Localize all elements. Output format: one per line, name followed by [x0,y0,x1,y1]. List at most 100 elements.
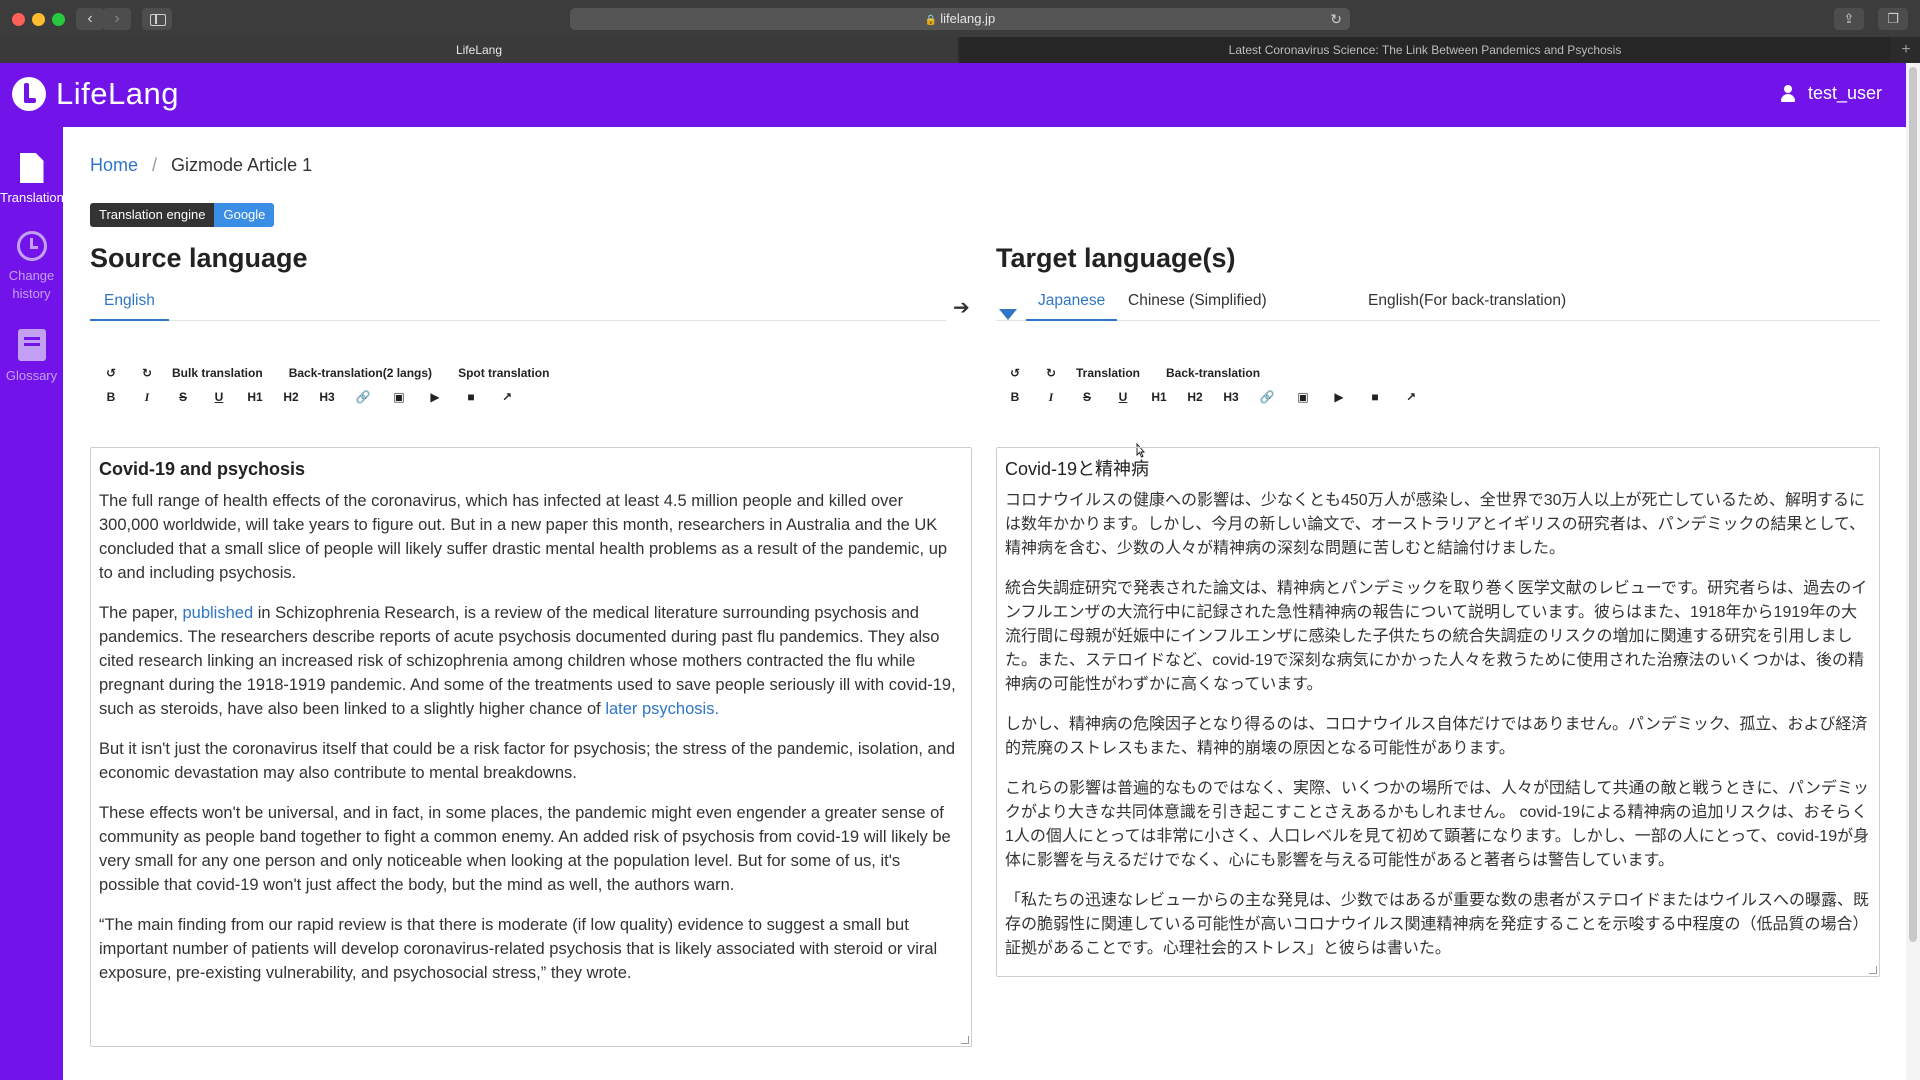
app-logo[interactable]: LifeLang [12,76,179,112]
reload-icon[interactable]: ↻ [1330,8,1342,30]
new-tab-button[interactable]: + [1892,37,1920,63]
browser-tab-article[interactable]: Latest Coronavirus Science: The Link Bet… [960,37,1890,63]
target-paragraph-1: コロナウイルスの健康への影響は、少なくとも450万人が感染し、全世界で30万人以… [1005,492,1866,557]
strikethrough-button[interactable]: S [1076,390,1098,404]
source-language-title: Source language [90,243,308,273]
app-header: LifeLang test_user [0,63,1906,127]
image-icon[interactable]: ▣ [388,390,410,404]
source-paragraph-3: But it isn't just the coronavirus itself… [99,740,956,782]
source-editor[interactable]: Covid-19 and psychosis The full range of… [90,447,972,1047]
tab-overview-icon[interactable]: ❐ [1878,8,1908,30]
engine-value: Google [214,203,275,227]
link-icon[interactable]: 🔗 [352,390,374,404]
target-paragraph-4: これらの影響は普遍的なものではなく、実際、いくつかの場所では、人々が団結して共通… [1005,780,1870,869]
address-bar[interactable]: 🔒 lifelang.jp ↻ [570,8,1350,30]
nav-label-glossary: Glossary [5,368,58,383]
undo-icon[interactable]: ↺ [1004,366,1026,380]
resize-handle[interactable] [1869,966,1877,974]
image-icon[interactable]: ▣ [1292,390,1314,404]
heading1-button[interactable]: H1 [1148,390,1170,404]
target-paragraph-5: 「私たちの迅速なレビューからの主な発見は、少数ではあるが重要な数の患者がステロイ… [1005,892,1870,957]
scrollbar-thumb[interactable] [1909,67,1917,942]
source-paragraph-4: These effects won't be universal, and in… [99,804,951,894]
glossary-icon [17,329,46,361]
bulk-translation-button[interactable]: Bulk translation [172,366,263,380]
italic-button[interactable]: I [136,390,158,405]
nav-label-change-history: Change history [8,268,55,301]
target-editor[interactable]: Covid-19と精神病 コロナウイルスの健康への影響は、少なくとも450万人が… [996,447,1880,977]
strikethrough-button[interactable]: S [172,390,194,404]
nav-item-glossary[interactable]: Glossary [0,329,63,385]
underline-button[interactable]: U [1112,390,1134,404]
engine-label: Translation engine [90,203,215,227]
source-paragraph-5: “The main finding from our rapid review … [99,916,938,982]
target-heading: Covid-19と精神病 [1005,459,1150,479]
youtube-icon[interactable]: ▶ [1328,390,1350,404]
back-button[interactable]: ‹ [76,8,104,30]
export-icon[interactable]: ↗ [1400,390,1422,404]
tab-english-back-translation[interactable]: English(For back-translation) [1368,289,1566,321]
underline-button[interactable]: U [208,390,230,404]
browser-tab-bar: LifeLang Latest Coronavirus Science: The… [0,37,1920,63]
browser-titlebar: ‹ › 🔒 lifelang.jp ↻ ⇪ ❐ [0,0,1920,37]
url-text: lifelang.jp [940,11,996,26]
published-link[interactable]: published [182,604,253,622]
heading3-button[interactable]: H3 [316,390,338,404]
page-scrollbar[interactable] [1906,63,1920,1080]
resize-handle[interactable] [961,1036,969,1044]
sidebar-toggle-icon[interactable] [142,8,172,30]
main-content: Home / Gizmode Article 1 Translation engin… [63,127,1906,1080]
heading1-button[interactable]: H1 [244,390,266,404]
youtube-icon[interactable]: ▶ [424,390,446,404]
lock-icon: 🔒 [924,15,938,26]
target-language-tabs: Japanese Chinese (Simplified) English(Fo… [996,289,1880,321]
later-psychosis-link[interactable]: later psychosis. [605,700,719,718]
redo-icon[interactable]: ↻ [136,366,158,380]
target-paragraph-2: 統合失調症研究で発表された論文は、精神病とパンデミックを取り巻く医学文献のレビュ… [1005,580,1868,693]
source-paragraph-2: The paper, published in Schizophrenia Re… [99,604,956,718]
nav-item-change-history[interactable]: Change history [0,231,63,303]
source-paragraph-1: The full range of health effects of the … [99,492,948,582]
nav-item-translation[interactable]: Translation [0,153,64,207]
breadcrumb-home-link[interactable]: Home [90,155,138,175]
bold-button[interactable]: B [100,390,122,404]
spot-translation-button[interactable]: Spot translation [458,366,549,380]
lifelang-logo-icon [12,77,46,111]
italic-button[interactable]: I [1040,390,1062,405]
user-menu[interactable]: test_user [1780,83,1882,104]
heading3-button[interactable]: H3 [1220,390,1242,404]
user-icon [1780,85,1796,102]
browser-chrome: ‹ › 🔒 lifelang.jp ↻ ⇪ ❐ LifeLang Latest C… [0,0,1920,63]
target-language-title: Target language(s) [996,243,1236,273]
nav-label-translation: Translation [0,190,64,205]
arrow-right-icon: ➔ [953,297,970,319]
username: test_user [1807,83,1882,103]
browser-tab-lifelang[interactable]: LifeLang [0,37,958,63]
document-icon [19,153,44,183]
share-icon[interactable]: ⇪ [1834,8,1864,30]
back-translation-button[interactable]: Back-translation [1166,366,1260,380]
video-icon[interactable]: ■ [1364,390,1386,404]
undo-icon[interactable]: ↺ [100,366,122,380]
forward-button[interactable]: › [103,8,131,30]
translation-button[interactable]: Translation [1076,366,1140,380]
tab-japanese[interactable]: Japanese [1026,289,1118,321]
history-icon [16,231,47,261]
tab-english-source[interactable]: English [90,289,169,321]
breadcrumb: Home / Gizmode Article 1 [90,155,312,176]
breadcrumb-current: Gizmode Article 1 [171,155,313,175]
minimize-window-button[interactable] [32,13,45,26]
redo-icon[interactable]: ↻ [1040,366,1062,380]
breadcrumb-separator: / [152,155,158,175]
heading2-button[interactable]: H2 [280,390,302,404]
bold-button[interactable]: B [1004,390,1026,404]
link-icon[interactable]: 🔗 [1256,390,1278,404]
zoom-window-button[interactable] [52,13,65,26]
export-icon[interactable]: ↗ [496,390,518,404]
back-translation-2langs-button[interactable]: Back-translation(2 langs) [289,366,432,380]
close-window-button[interactable] [12,13,25,26]
heading2-button[interactable]: H2 [1184,390,1206,404]
video-icon[interactable]: ■ [460,390,482,404]
translation-engine-badge: Translation engine Google [90,203,275,227]
tab-chinese-simplified[interactable]: Chinese (Simplified) [1128,289,1267,321]
